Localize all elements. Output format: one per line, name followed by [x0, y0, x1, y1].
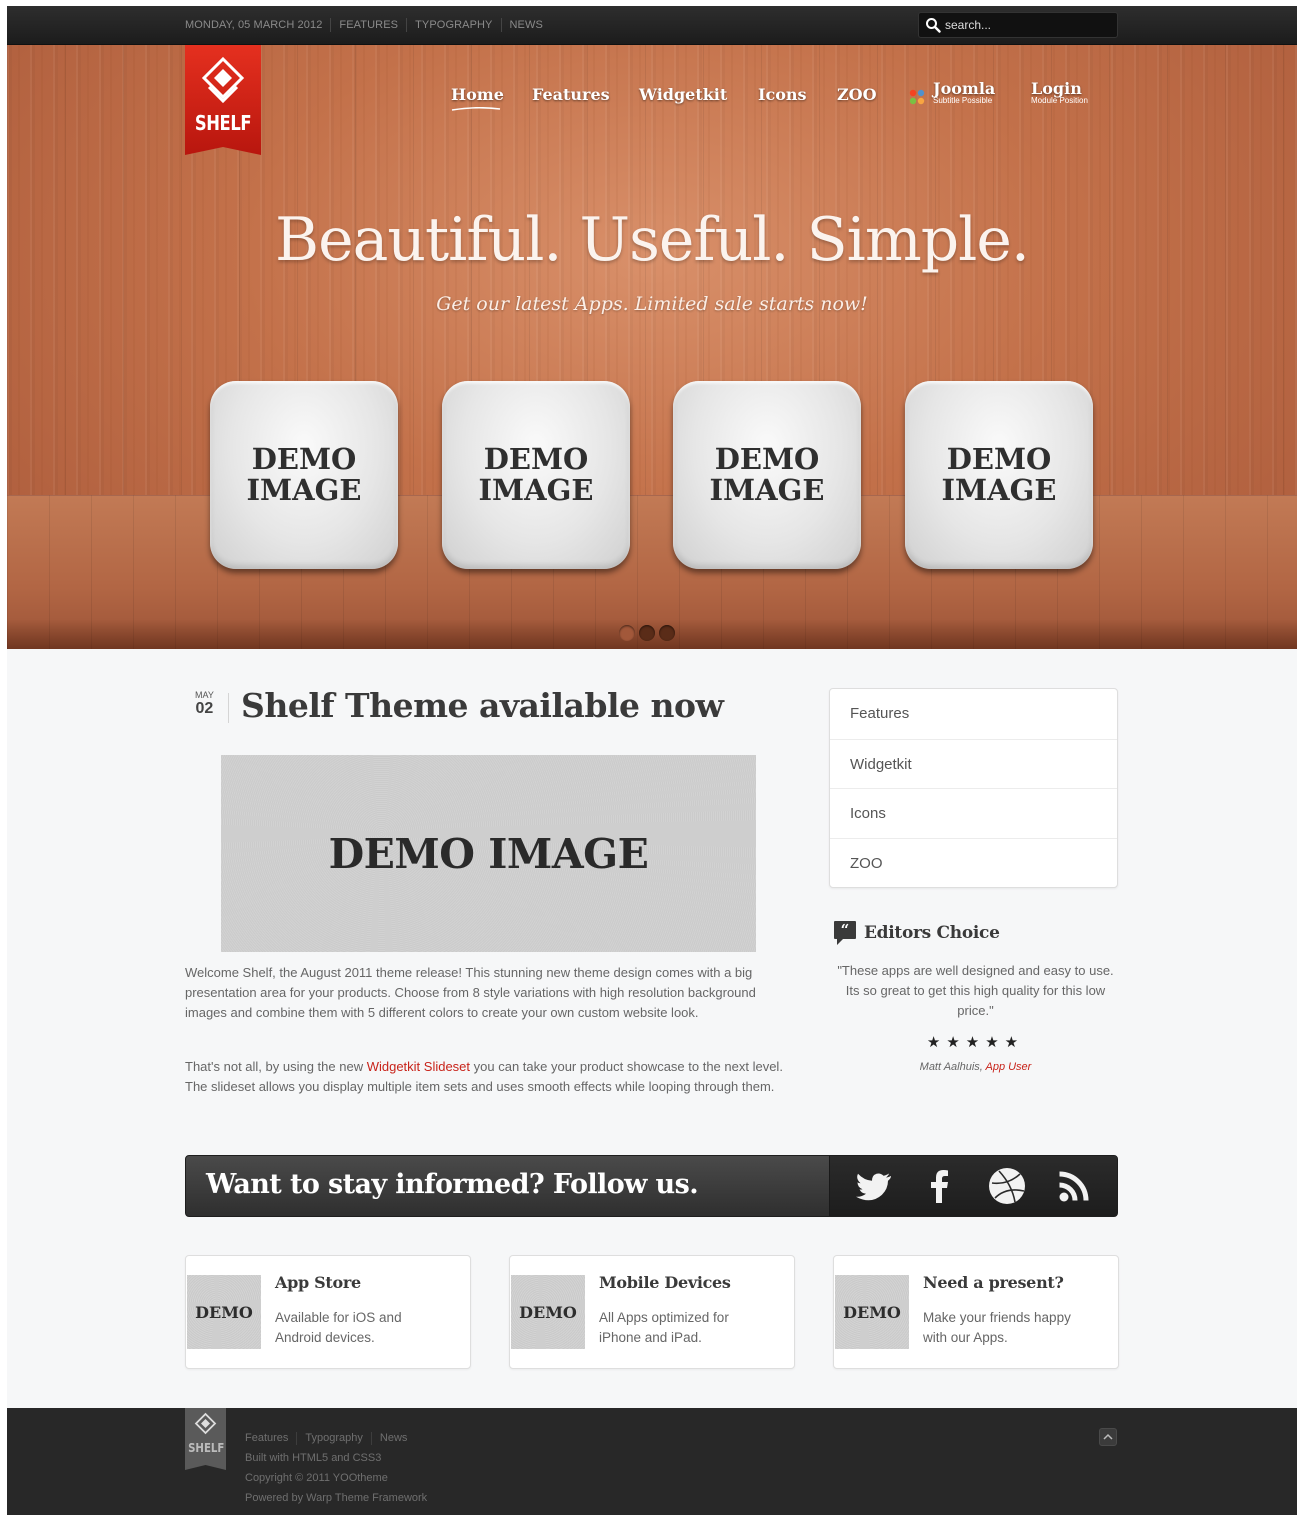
testimonial-quote: "These apps are well designed and easy t… — [837, 963, 1114, 1018]
feature-box-mobile-devices: DEMO Mobile Devices All Apps optimized f… — [509, 1255, 795, 1369]
box-title[interactable]: Need a present? — [923, 1273, 1064, 1292]
page: MONDAY, 05 MARCH 2012 FEATURES TYPOGRAPH… — [7, 6, 1297, 1515]
author-name: Matt Aalhuis, — [919, 1061, 986, 1073]
box-thumbnail-text: DEMO — [519, 1302, 577, 1322]
nav-home-label: Home — [451, 85, 504, 104]
top-link-typography[interactable]: TYPOGRAPHY — [406, 18, 500, 32]
social-icons — [829, 1156, 1117, 1216]
slide-dot-3[interactable] — [659, 625, 675, 641]
joomla-icon — [909, 89, 925, 105]
dribbble-icon[interactable] — [986, 1165, 1028, 1207]
top-link-news[interactable]: NEWS — [500, 18, 551, 32]
nav-login-subtitle: Module Position — [1031, 96, 1088, 105]
app-tile-2[interactable]: DEMO IMAGE — [442, 381, 630, 569]
nav-item-login[interactable]: Login Module Position — [1031, 79, 1088, 105]
date-month: MAY — [195, 690, 214, 700]
top-nav: MONDAY, 05 MARCH 2012 FEATURES TYPOGRAPH… — [185, 18, 551, 32]
app-tile-text: DEMO IMAGE — [709, 442, 825, 507]
nav-item-joomla[interactable]: Joomla Subtitle Possible — [933, 79, 995, 105]
top-link-features[interactable]: FEATURES — [330, 18, 406, 32]
article-image: DEMO IMAGE — [221, 755, 756, 952]
slide-nav — [619, 625, 675, 641]
nav-item-widgetkit[interactable]: Widgetkit — [639, 85, 727, 104]
rss-icon[interactable] — [1053, 1165, 1095, 1207]
box-text: Make your friends happy with our Apps. — [923, 1310, 1071, 1345]
main-nav: Home Features Widgetkit Icons ZOO Joomla… — [7, 79, 1297, 125]
footer-built-with: Built with HTML5 and CSS3 — [245, 1452, 382, 1464]
hero-subtitle: Get our latest Apps. Limited sale starts… — [436, 293, 868, 315]
svg-text:“: “ — [841, 921, 850, 939]
box-thumbnail: DEMO — [187, 1275, 261, 1349]
hero-slideshow: SHELF Home Features Widgetkit Icons ZOO … — [7, 45, 1297, 649]
top-bar: MONDAY, 05 MARCH 2012 FEATURES TYPOGRAPH… — [7, 6, 1297, 45]
article-image-text: DEMO IMAGE — [328, 829, 649, 878]
feature-box-present: DEMO Need a present? Make your friends h… — [833, 1255, 1119, 1369]
box-thumbnail: DEMO — [835, 1275, 909, 1349]
box-text: Available for iOS and Android devices. — [275, 1310, 402, 1345]
facebook-icon[interactable] — [919, 1165, 961, 1207]
editors-choice: “ Editors Choice "These apps are well de… — [833, 920, 1118, 1073]
app-tile-1[interactable]: DEMO IMAGE — [210, 381, 398, 569]
article-date: MAY 02 — [195, 691, 214, 718]
footer-link-news[interactable]: News — [370, 1432, 416, 1445]
app-tile-text: DEMO IMAGE — [478, 442, 594, 507]
follow-banner: Want to stay informed? Follow us. — [185, 1155, 1118, 1217]
nav-item-features[interactable]: Features — [532, 85, 610, 104]
date-day: 02 — [195, 700, 214, 717]
top-date: MONDAY, 05 MARCH 2012 — [185, 19, 323, 31]
box-thumbnail: DEMO — [511, 1275, 585, 1349]
para2-before: That's not all, by using the new — [185, 1059, 367, 1074]
box-title[interactable]: Mobile Devices — [599, 1273, 731, 1292]
app-tile-3[interactable]: DEMO IMAGE — [673, 381, 861, 569]
footer: SHELF Features Typography News Built wit… — [7, 1408, 1297, 1515]
footer-link-features[interactable]: Features — [245, 1432, 296, 1445]
sidebar-menu: Features Widgetkit Icons ZOO — [829, 688, 1118, 888]
search-box[interactable] — [918, 12, 1118, 38]
slide-dot-2[interactable] — [639, 625, 655, 641]
footer-powered-by: Powered by Warp Theme Framework — [245, 1492, 428, 1504]
footer-nav: Features Typography News — [245, 1432, 415, 1445]
testimonial-author: Matt Aalhuis, App User — [833, 1061, 1118, 1073]
app-tile-text: DEMO IMAGE — [246, 442, 362, 507]
nav-item-icons[interactable]: Icons — [758, 85, 807, 104]
back-to-top-button[interactable] — [1099, 1428, 1117, 1446]
sidebar-item-icons[interactable]: Icons — [830, 788, 1117, 838]
chevron-up-icon — [1103, 1433, 1113, 1440]
search-input[interactable] — [945, 18, 1105, 32]
box-title[interactable]: App Store — [275, 1273, 361, 1292]
box-text: All Apps optimized for iPhone and iPad. — [599, 1310, 729, 1345]
nav-item-home[interactable]: Home — [451, 85, 504, 111]
footer-copyright: Copyright © 2011 YOOtheme — [245, 1472, 388, 1484]
article-paragraph-2: That's not all, by using the new Widgetk… — [185, 1057, 791, 1097]
slide-dot-1[interactable] — [619, 625, 635, 641]
editors-choice-title: Editors Choice — [864, 923, 1000, 943]
footer-logo-text: SHELF — [188, 1441, 225, 1455]
footer-link-typography[interactable]: Typography — [296, 1432, 370, 1445]
twitter-icon[interactable] — [853, 1165, 895, 1207]
star-rating: ★★★★★ — [926, 1034, 1025, 1051]
footer-logo-icon[interactable] — [185, 1408, 226, 1472]
app-tile-4[interactable]: DEMO IMAGE — [905, 381, 1093, 569]
sidebar-item-zoo[interactable]: ZOO — [830, 837, 1117, 888]
search-icon — [926, 18, 941, 33]
sidebar-item-widgetkit[interactable]: Widgetkit — [830, 738, 1117, 789]
nav-item-zoo[interactable]: ZOO — [837, 85, 877, 104]
app-tile-text: DEMO IMAGE — [941, 442, 1057, 507]
article-title[interactable]: Shelf Theme available now — [241, 686, 724, 725]
quote-icon: “ — [834, 921, 856, 945]
box-thumbnail-text: DEMO — [843, 1302, 901, 1322]
date-divider — [228, 693, 229, 723]
widgetkit-slideset-link[interactable]: Widgetkit Slideset — [367, 1059, 470, 1074]
active-underline-icon — [451, 107, 501, 111]
article-paragraph-1: Welcome Shelf, the August 2011 theme rel… — [185, 965, 756, 1020]
follow-text: Want to stay informed? Follow us. — [206, 1169, 699, 1200]
hero-title: Beautiful. Useful. Simple. — [275, 205, 1030, 275]
box-thumbnail-text: DEMO — [195, 1302, 253, 1322]
editors-choice-header: “ Editors Choice — [833, 920, 1118, 946]
author-role-link[interactable]: App User — [985, 1061, 1031, 1073]
sidebar-item-features[interactable]: Features — [830, 689, 1117, 739]
nav-joomla-subtitle: Subtitle Possible — [933, 96, 993, 105]
feature-box-app-store: DEMO App Store Available for iOS and And… — [185, 1255, 471, 1369]
